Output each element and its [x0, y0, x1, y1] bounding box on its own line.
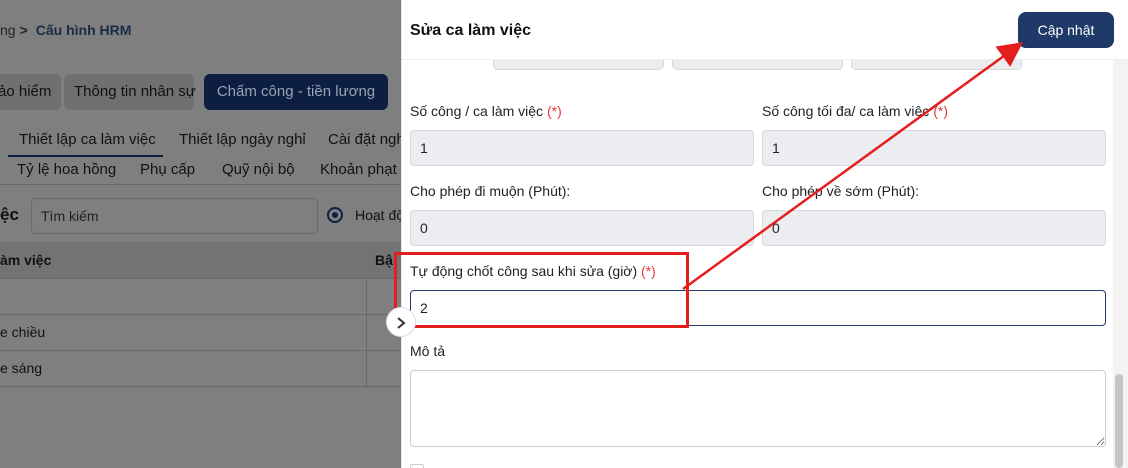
column-header-shift: àm việc: [0, 252, 52, 268]
update-button[interactable]: Cập nhật: [1018, 12, 1114, 48]
early-allowance-label: Cho phép về sớm (Phút):: [762, 183, 920, 199]
row-label: e chiều: [0, 324, 46, 340]
drawer-title: Sửa ca làm việc: [410, 22, 531, 39]
max-units-field[interactable]: [762, 130, 1106, 166]
breadcrumb-current: Cấu hình HRM: [35, 22, 132, 38]
breadcrumb: ng > Cấu hình HRM: [0, 22, 131, 38]
max-units-label-text: Số công tối đa/ ca làm việc: [762, 103, 930, 119]
chevron-right-icon: >: [19, 22, 28, 38]
auto-close-label: Tự động chốt công sau khi sửa (giờ) (*): [410, 263, 656, 279]
drawer-header: Sửa ca làm việc Cập nhật: [402, 0, 1128, 60]
description-label: Mô tả: [410, 343, 446, 359]
required-mark: (*): [546, 103, 562, 119]
tab-personnel-info[interactable]: Thông tin nhân sự: [64, 74, 196, 110]
edit-shift-drawer: Sửa ca làm việc Cập nhật Số công / ca là…: [401, 0, 1128, 468]
subtab-allowance[interactable]: Phụ cấp: [140, 161, 195, 178]
time-field-stub[interactable]: [493, 60, 664, 70]
table-row[interactable]: e sáng: [0, 351, 401, 387]
work-units-field[interactable]: [410, 130, 754, 166]
column-header-status: Bậ: [375, 252, 393, 268]
subtab-leave-settings[interactable]: Cài đặt nghỉ: [328, 131, 401, 148]
divider: [0, 184, 401, 185]
search-box: [31, 198, 318, 234]
description-field[interactable]: [410, 370, 1106, 447]
table-header: àm việc Bậ: [0, 242, 401, 279]
breadcrumb-prev[interactable]: ng: [0, 22, 16, 38]
work-units-label: Số công / ca làm việc (*): [410, 103, 562, 119]
early-allowance-field[interactable]: [762, 210, 1106, 246]
shift-table: àm việc Bậ e chiều e sáng: [0, 242, 401, 387]
tab-attendance-payroll[interactable]: Chấm công - tiền lương: [204, 74, 388, 110]
scrollbar[interactable]: [1113, 60, 1128, 468]
main-tabs: ảo hiểm Thông tin nhân sự Chấm công - ti…: [0, 74, 401, 110]
row-label: e sáng: [0, 360, 43, 376]
late-allowance-label: Cho phép đi muộn (Phút):: [410, 183, 571, 199]
required-mark: (*): [933, 103, 948, 119]
late-allowance-field[interactable]: [410, 210, 754, 246]
checkbox[interactable]: [410, 464, 424, 468]
subtabs-row-1: Thiết lập ca làm việc Thiết lập ngày ngh…: [0, 128, 401, 157]
work-units-label-text: Số công / ca làm việc: [410, 103, 544, 119]
subtab-commission[interactable]: Tỷ lệ hoa hồng: [17, 161, 116, 178]
required-mark: (*): [641, 263, 656, 279]
time-field-stub[interactable]: [672, 60, 843, 70]
collapse-drawer-button[interactable]: [386, 307, 416, 337]
chevron-right-icon: [397, 317, 406, 329]
subtab-holiday-setup[interactable]: Thiết lập ngày nghỉ: [179, 131, 306, 148]
tab-insurance[interactable]: ảo hiểm: [0, 74, 62, 110]
subtab-shift-setup[interactable]: Thiết lập ca làm việc: [19, 131, 156, 148]
table-row[interactable]: [0, 279, 401, 315]
background-page: ng > Cấu hình HRM ảo hiểm Thông tin nhân s…: [0, 0, 401, 468]
auto-close-hours-field[interactable]: [410, 290, 1106, 326]
active-subtab-indicator: [8, 155, 163, 157]
section-title: ệc: [0, 205, 19, 224]
active-radio-label: Hoạt độ: [355, 207, 401, 223]
column-divider: [366, 280, 367, 388]
subtabs-row-2: Tỷ lệ hoa hồng Phụ cấp Quỹ nội bộ Khoản …: [0, 160, 401, 182]
max-units-label: Số công tối đa/ ca làm việc (*): [762, 103, 948, 119]
subtab-internal-fund[interactable]: Quỹ nội bộ: [222, 161, 295, 178]
table-row[interactable]: e chiều: [0, 315, 401, 351]
active-radio[interactable]: [327, 207, 343, 223]
scrollbar-thumb[interactable]: [1115, 374, 1123, 468]
subtab-penalty[interactable]: Khoản phạt: [320, 161, 397, 178]
auto-close-label-text: Tự động chốt công sau khi sửa (giờ): [410, 263, 638, 279]
time-field-stub[interactable]: [851, 60, 1022, 70]
search-input[interactable]: [32, 199, 317, 233]
